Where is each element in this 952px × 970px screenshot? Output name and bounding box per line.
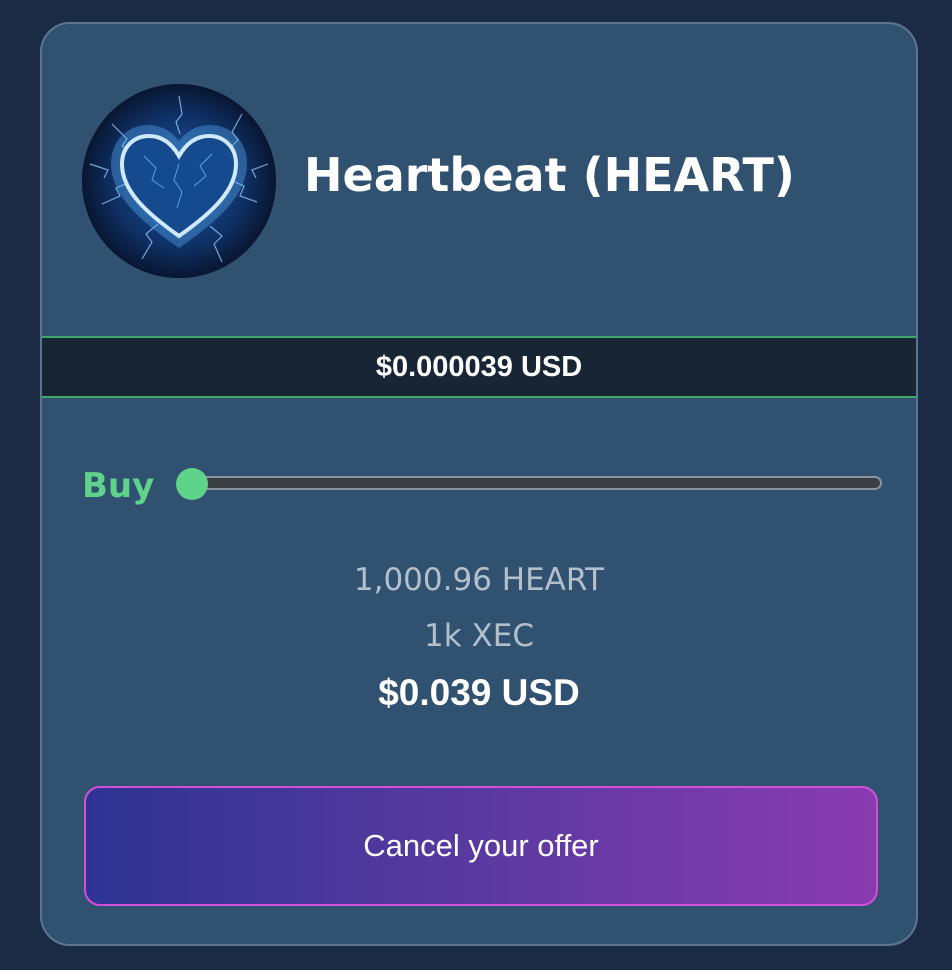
xec-amount: 1k XEC [424,618,534,654]
amount-slider-track[interactable] [178,476,882,490]
token-price: $0.000039 USD [375,350,583,383]
usd-amount: $0.039 USD [378,672,580,713]
glowing-heart-icon [82,84,276,278]
buy-label: Buy [82,466,155,506]
cancel-offer-label: Cancel your offer [363,828,599,863]
token-amount: 1,000.96 HEART [353,562,605,598]
token-price-bar: $0.000039 USD [42,336,916,398]
amount-slider-thumb[interactable] [176,468,208,500]
token-title: Heartbeat (HEART) [304,148,795,202]
cancel-offer-button[interactable]: Cancel your offer [84,786,878,906]
offer-card: Heartbeat (HEART) $0.000039 USD Buy 1,00… [40,22,918,946]
